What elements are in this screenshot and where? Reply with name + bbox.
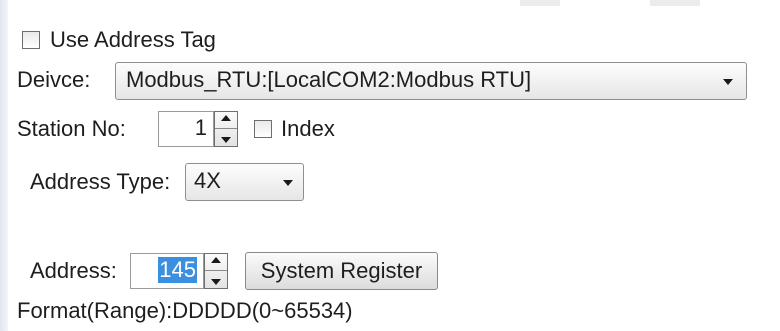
arrow-up-icon — [211, 257, 221, 263]
chevron-down-icon — [723, 79, 733, 85]
use-address-tag-checkbox[interactable] — [22, 31, 40, 49]
address-type-label: Address Type: — [30, 169, 171, 194]
address-input[interactable]: 145 — [130, 253, 204, 289]
system-register-button[interactable]: System Register — [245, 252, 438, 290]
station-no-input[interactable]: 1 — [158, 111, 214, 147]
address-type-value: 4X — [194, 168, 221, 193]
top-decoration — [520, 0, 560, 6]
arrow-down-icon — [211, 279, 221, 285]
device-select-value: Modbus_RTU:[LocalCOM2:Modbus RTU] — [126, 67, 532, 92]
device-label: Deivce: — [17, 67, 91, 92]
spin-down-button[interactable] — [215, 129, 237, 146]
chevron-down-icon — [283, 180, 293, 186]
station-no-label: Station No: — [17, 116, 126, 141]
use-address-tag-label: Use Address Tag — [50, 27, 216, 52]
panel-left-edge — [0, 0, 8, 331]
arrow-up-icon — [221, 115, 231, 121]
station-no-spinner[interactable] — [214, 111, 238, 147]
spin-up-button[interactable] — [205, 254, 227, 271]
address-label: Address: — [30, 258, 117, 283]
address-value: 145 — [158, 257, 197, 283]
arrow-down-icon — [221, 137, 231, 143]
index-label: Index — [281, 116, 335, 141]
address-type-select[interactable]: 4X — [185, 163, 304, 201]
station-no-value: 1 — [194, 115, 207, 140]
spin-up-button[interactable] — [215, 112, 237, 129]
index-checkbox[interactable] — [254, 120, 272, 138]
format-range-text: Format(Range):DDDDD(0~65534) — [17, 298, 353, 323]
device-select[interactable]: Modbus_RTU:[LocalCOM2:Modbus RTU] — [115, 62, 747, 100]
top-decoration — [650, 0, 700, 6]
spin-down-button[interactable] — [205, 271, 227, 288]
address-spinner[interactable] — [204, 253, 228, 289]
